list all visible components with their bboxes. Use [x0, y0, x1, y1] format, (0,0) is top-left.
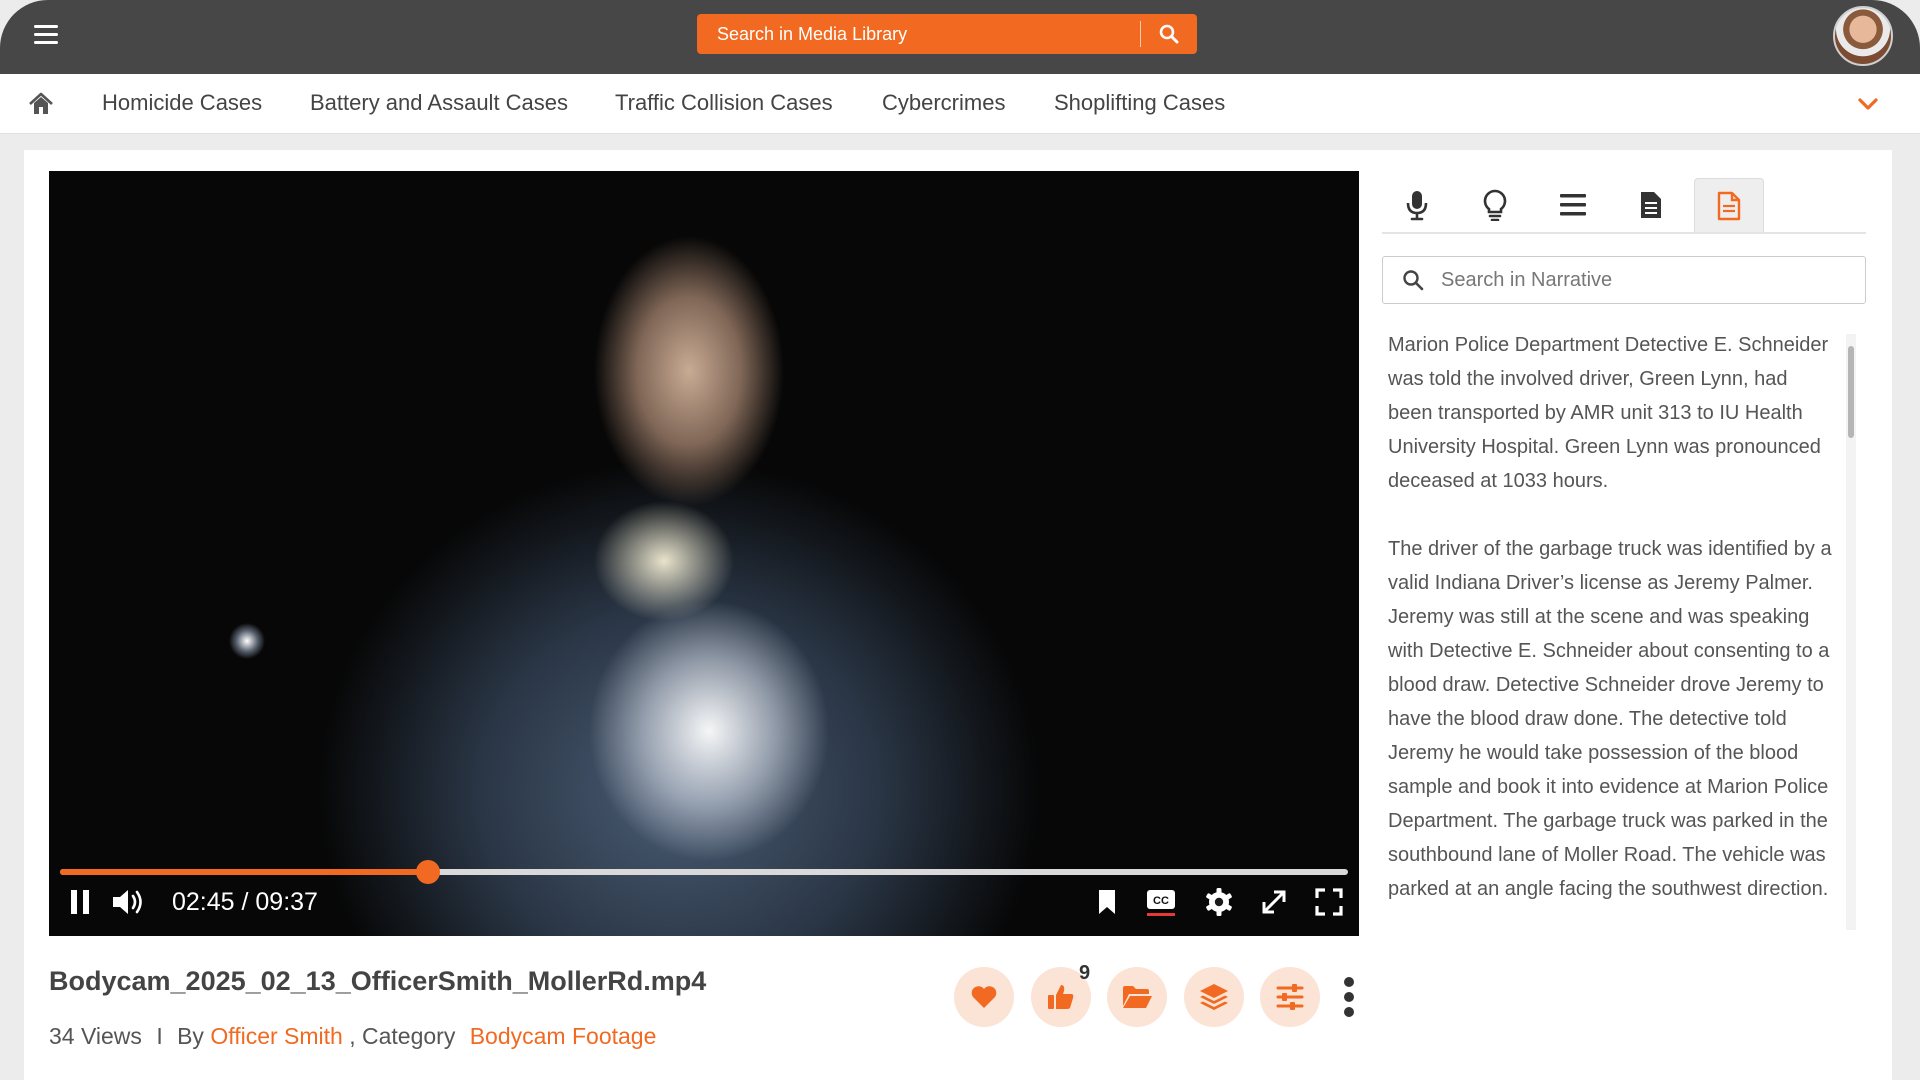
category-homicide-cases[interactable]: Homicide Cases	[102, 90, 262, 116]
chevron-down-icon[interactable]	[1855, 91, 1881, 117]
adjust-button[interactable]	[1260, 967, 1320, 1027]
media-title: Bodycam_2025_02_13_OfficerSmith_MollerRd…	[49, 966, 707, 996]
layers-icon	[1200, 984, 1228, 1010]
svg-text:CC: CC	[1153, 895, 1169, 907]
settings-gear-icon	[1206, 888, 1232, 916]
category-shoplifting-cases[interactable]: Shoplifting Cases	[1054, 90, 1225, 116]
bookmark-button[interactable]	[1089, 884, 1125, 920]
thumbs-up-icon	[1048, 985, 1074, 1009]
narrative-paragraph: Marion Police Department Detective E. Sc…	[1388, 334, 1829, 492]
pause-icon	[71, 890, 89, 914]
heart-icon	[971, 986, 997, 1008]
narrative-text: Marion Police Department Detective E. Sc…	[1388, 328, 1834, 934]
media-library-search	[697, 14, 1197, 54]
fullscreen-button[interactable]	[1311, 884, 1347, 920]
microphone-icon	[1406, 191, 1428, 221]
progress-fill	[60, 869, 429, 875]
narrative-scrollbar[interactable]	[1846, 334, 1856, 930]
bookmark-icon	[1099, 890, 1115, 914]
category-label: , Category	[349, 1023, 456, 1049]
expand-icon	[1262, 890, 1286, 914]
narrative-document-icon	[1717, 191, 1741, 220]
narrative-search	[1382, 256, 1866, 304]
search-icon	[1393, 260, 1433, 300]
list-icon	[1560, 194, 1586, 216]
time-display: 02:45 / 09:37	[172, 888, 318, 916]
media-meta: 34 Views I By Officer Smith , Category B…	[49, 1023, 656, 1050]
like-count: 9	[1079, 962, 1091, 984]
meta-separator: I	[156, 1023, 163, 1049]
tab-insights[interactable]	[1460, 178, 1530, 232]
category-battery-assault-cases[interactable]: Battery and Assault Cases	[310, 90, 568, 116]
search-button[interactable]	[1141, 14, 1197, 54]
lightbulb-icon	[1483, 189, 1507, 221]
tab-document[interactable]	[1616, 178, 1686, 232]
video-frame	[49, 171, 1359, 936]
document-icon	[1641, 192, 1661, 218]
folder-icon	[1123, 986, 1152, 1008]
pause-button[interactable]	[62, 884, 98, 920]
user-avatar[interactable]	[1833, 6, 1893, 66]
by-label: By	[177, 1023, 204, 1049]
progress-bar[interactable]	[60, 860, 1348, 884]
tab-narrative[interactable]	[1694, 178, 1764, 232]
tab-transcript[interactable]	[1382, 178, 1452, 232]
volume-button[interactable]	[111, 884, 147, 920]
tab-list[interactable]	[1538, 178, 1608, 232]
folder-button[interactable]	[1107, 967, 1167, 1027]
volume-icon	[113, 890, 142, 914]
closed-captions-button[interactable]: CC	[1143, 884, 1179, 920]
more-vertical-icon[interactable]	[1339, 977, 1359, 1017]
category-nav: Homicide Cases Battery and Assault Cases…	[0, 74, 1920, 134]
view-count: 34 Views	[49, 1023, 142, 1049]
favorite-button[interactable]	[954, 967, 1014, 1027]
author-link[interactable]: Officer Smith	[210, 1023, 343, 1049]
category-traffic-collision-cases[interactable]: Traffic Collision Cases	[615, 90, 833, 116]
narrative-search-input[interactable]	[1433, 258, 1865, 302]
settings-button[interactable]	[1201, 884, 1237, 920]
scrollbar-thumb[interactable]	[1848, 346, 1854, 438]
search-icon	[1159, 24, 1179, 44]
hamburger-icon[interactable]	[34, 24, 60, 46]
narrative-paragraph: The driver of the garbage truck was iden…	[1388, 538, 1832, 900]
media-library-search-input[interactable]	[697, 14, 1140, 54]
sliders-icon	[1276, 984, 1304, 1010]
expand-button[interactable]	[1256, 884, 1292, 920]
top-bar	[0, 0, 1920, 74]
category-cybercrimes[interactable]: Cybercrimes	[882, 90, 1005, 116]
category-link[interactable]: Bodycam Footage	[470, 1023, 657, 1049]
video-player[interactable]	[49, 171, 1359, 936]
home-icon[interactable]	[28, 91, 54, 117]
layers-button[interactable]	[1184, 967, 1244, 1027]
panel-tabs	[1382, 178, 1866, 234]
fullscreen-icon	[1315, 888, 1343, 916]
closed-captions-icon: CC	[1147, 890, 1175, 916]
